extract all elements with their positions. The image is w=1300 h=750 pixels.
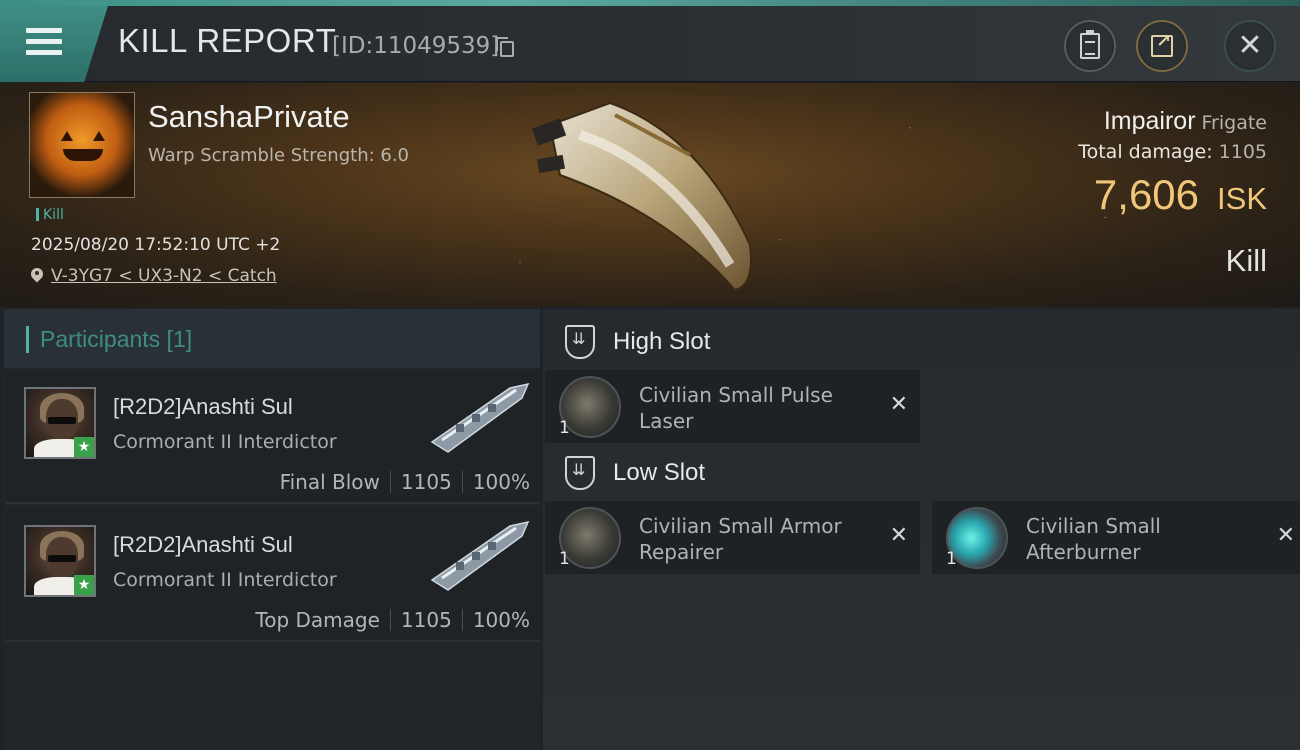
participants-header: Participants [1] [4,309,540,368]
pilot-ship-image [430,520,530,591]
pilot-name: [R2D2]Anashti Sul [113,394,293,419]
module-item[interactable]: 1 Civilian Small Pulse Laser ✕ [545,370,920,443]
low-slot-header: Low Slot [543,443,1300,503]
participants-panel: Participants [1] ★ [R2D2]Anashti Sul Cor… [4,309,540,750]
pumpkin-icon [57,127,109,167]
participant-percent: 100% [472,470,530,494]
header-bar: KILL REPORT [ID:11049539] ✕ [0,6,1300,82]
low-slot-icon [565,456,595,490]
page-title: KILL REPORT [118,22,337,59]
pilot-avatar[interactable]: ★ [24,525,96,597]
pilot-ship: Cormorant II Interdictor [113,431,337,453]
victim-ship-name: Impairor [1103,107,1196,135]
high-slot-icon [565,325,595,359]
participant-percent: 100% [472,608,530,632]
destroyed-x-icon: ✕ [889,392,908,417]
participant-row[interactable]: ★ [R2D2]Anashti Sul Cormorant II Interdi… [6,370,540,504]
clipboard-button[interactable] [1064,20,1116,72]
total-damage-label: Total damage: [1078,141,1213,163]
pilot-ship-image [430,382,530,453]
kill-banner: SanshaPrivate Warp Scramble Strength: 6.… [0,83,1300,307]
high-slot-title: High Slot [613,328,711,355]
location-link[interactable]: V-3YG7 < UX3-N2 < Catch [51,266,277,286]
module-quantity: 1 [946,549,957,569]
high-slot-header: High Slot [543,312,1300,372]
total-damage-value: 1105 [1218,141,1267,163]
participant-row[interactable]: ★ [R2D2]Anashti Sul Cormorant II Interdi… [6,508,540,642]
star-badge-icon: ★ [74,575,94,595]
fittings-panel: High Slot 1 Civilian Small Pulse Laser ✕… [543,309,1300,750]
module-name: Civilian Small Afterburner [1026,514,1161,564]
participant-stats: Top Damage 1105 100% [255,608,530,632]
kill-location[interactable]: V-3YG7 < UX3-N2 < Catch [31,266,277,286]
clipboard-icon [1080,30,1100,59]
isk-value: 7,606 [1093,171,1200,218]
kill-datetime: 2025/08/20 17:52:10 UTC +2 [31,235,281,255]
pilot-name: [R2D2]Anashti Sul [113,532,293,557]
participants-title: Participants [1] [40,326,193,352]
participant-damage: 1105 [400,608,452,632]
module-quantity: 1 [559,418,570,438]
participant-role: Top Damage [255,608,380,632]
warp-scramble-strength: Warp Scramble Strength: 6.0 [148,145,410,166]
destroyed-x-icon: ✕ [1276,523,1295,548]
victim-ship-image [531,101,752,292]
module-item[interactable]: 1 Civilian Small Afterburner ✕ [932,501,1300,574]
hamburger-icon [26,28,62,56]
module-name: Civilian Small Pulse Laser [639,383,833,433]
participant-stats: Final Blow 1105 100% [280,470,530,494]
module-quantity: 1 [559,549,570,569]
close-icon: ✕ [1237,28,1263,63]
star-badge-icon: ★ [74,437,94,457]
victim-ship-line: Impairor Frigate [1104,107,1267,136]
participant-damage: 1105 [400,470,452,494]
participant-role: Final Blow [279,470,380,494]
pilot-ship: Cormorant II Interdictor [113,569,337,591]
location-pin-icon [31,268,43,284]
module-item[interactable]: 1 Civilian Small Armor Repairer ✕ [545,501,920,574]
pilot-avatar[interactable]: ★ [24,387,96,459]
copy-icon[interactable] [496,37,514,57]
close-button[interactable]: ✕ [1224,20,1276,72]
menu-button[interactable] [0,6,108,82]
isk-value-line: 7,606 ISK [1094,171,1267,219]
isk-unit: ISK [1217,181,1267,216]
kill-type: Kill [1225,243,1267,278]
kill-tag: Kill [36,207,64,223]
module-name: Civilian Small Armor Repairer [639,514,842,564]
share-icon [1151,31,1173,57]
low-slot-title: Low Slot [613,459,706,486]
victim-ship-class: Frigate [1201,112,1267,134]
victim-name[interactable]: SanshaPrivate [148,99,350,135]
destroyed-x-icon: ✕ [889,523,908,548]
report-id: [ID:11049539] [332,33,500,59]
total-damage: Total damage: 1105 [1078,141,1267,163]
victim-portrait[interactable] [29,92,135,198]
share-button[interactable] [1136,20,1188,72]
